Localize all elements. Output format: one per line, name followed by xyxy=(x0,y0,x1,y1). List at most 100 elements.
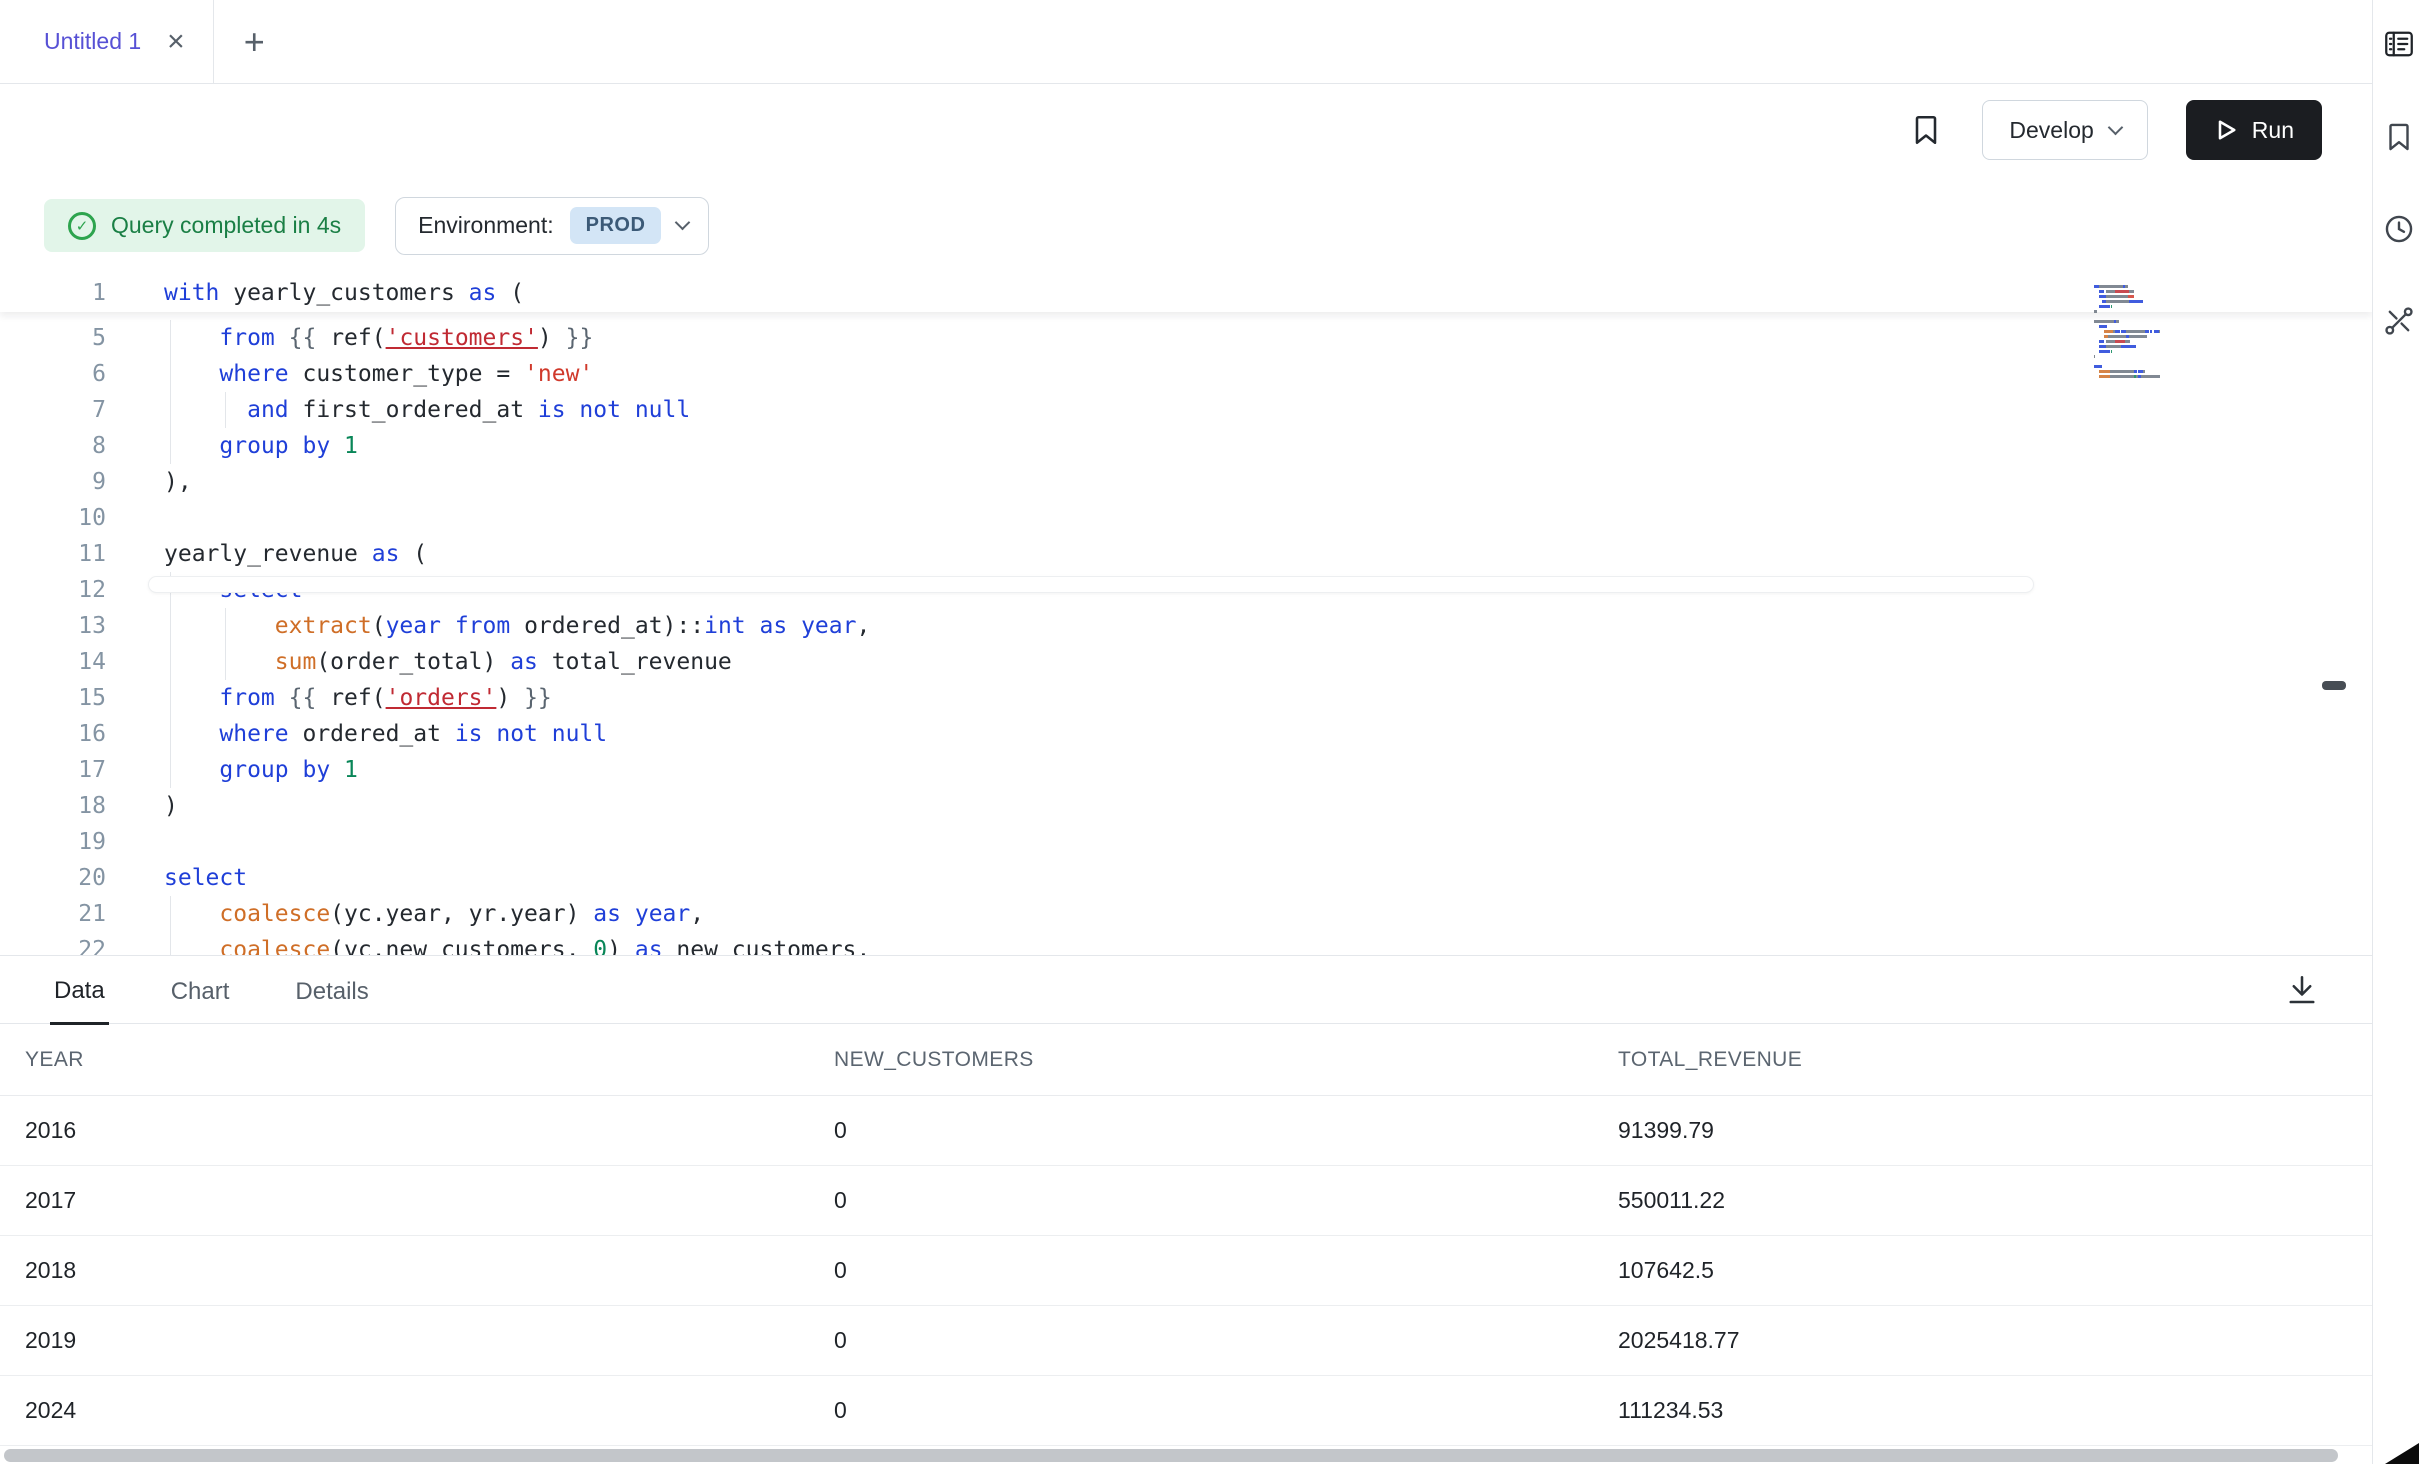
sql-editor[interactable]: 1with yearly_customers as ( 5 from {{ re… xyxy=(0,275,2372,956)
table-cell: 2016 xyxy=(0,1117,809,1144)
editor-lines-icon xyxy=(2381,26,2417,62)
code-token: ) xyxy=(538,325,566,351)
column-header-year[interactable]: YEAR xyxy=(0,1048,809,1072)
line-number: 22 xyxy=(0,932,106,956)
code-token: as xyxy=(593,901,621,927)
code-line[interactable]: 14 sum(order_total) as total_revenue xyxy=(0,644,2372,680)
close-tab-icon[interactable]: × xyxy=(167,27,185,57)
column-header-total-revenue[interactable]: TOTAL_REVENUE xyxy=(1593,1048,2372,1072)
code-token: yearly_customers xyxy=(219,280,468,306)
code-token: ordered_at):: xyxy=(510,613,704,639)
code-token xyxy=(164,613,275,639)
tab-label: Untitled 1 xyxy=(44,28,141,55)
code-token xyxy=(621,901,635,927)
tab-chart[interactable]: Chart xyxy=(167,978,234,1023)
code-line[interactable]: 6 where customer_type = 'new' xyxy=(0,356,2372,392)
table-cell: 2024 xyxy=(0,1397,809,1424)
code-token: (yc.new_customers, xyxy=(330,937,593,956)
code-line[interactable]: 13 extract(year from ordered_at)::int as… xyxy=(0,608,2372,644)
code-token: }} xyxy=(524,685,552,711)
horizontal-scrollbar-thumb[interactable] xyxy=(4,1449,2338,1462)
code-token: group by xyxy=(219,433,330,459)
code-token xyxy=(164,649,275,675)
code-token xyxy=(787,613,801,639)
bookmark-icon xyxy=(1908,112,1944,148)
code-token: yearly_revenue xyxy=(164,541,372,567)
table-row: 20240111234.53 xyxy=(0,1376,2372,1446)
line-number: 12 xyxy=(0,572,106,608)
clock-icon xyxy=(2382,212,2416,246)
code-token: , xyxy=(690,901,704,927)
code-token xyxy=(164,757,219,783)
code-token: {{ xyxy=(289,325,317,351)
download-results-button[interactable] xyxy=(2284,972,2320,1011)
line-number: 6 xyxy=(0,356,106,392)
code-token: as xyxy=(760,613,788,639)
code-token: ) xyxy=(164,793,178,819)
code-line[interactable]: 7 and first_ordered_at is not null xyxy=(0,392,2372,428)
new-tab-button[interactable]: + xyxy=(244,24,265,60)
indent-guide xyxy=(170,752,171,788)
scrollbar-thumb[interactable] xyxy=(2322,681,2346,690)
indent-guide xyxy=(170,608,171,644)
code-line[interactable]: 9), xyxy=(0,464,2372,500)
code-line[interactable]: 19 xyxy=(0,824,2372,860)
bookmarks-panel-button[interactable] xyxy=(2382,120,2416,154)
tab-details[interactable]: Details xyxy=(291,978,372,1023)
code-line[interactable]: 8 group by 1 xyxy=(0,428,2372,464)
resize-grip[interactable] xyxy=(2385,1443,2419,1464)
code-token: where xyxy=(219,361,288,387)
status-bar: ✓ Query completed in 4s Environment: PRO… xyxy=(0,176,2372,275)
history-panel-button[interactable] xyxy=(2382,212,2416,246)
line-number: 15 xyxy=(0,680,106,716)
lineage-panel-button[interactable] xyxy=(2382,304,2416,338)
bookmark-button[interactable] xyxy=(1908,112,1944,148)
code-line[interactable]: 1with yearly_customers as ( xyxy=(0,275,2372,312)
table-cell: 2017 xyxy=(0,1187,809,1214)
tab-data[interactable]: Data xyxy=(50,977,109,1025)
tab-untitled-1[interactable]: Untitled 1 × xyxy=(0,0,214,83)
code-token: first_ordered_at xyxy=(289,397,538,423)
sticky-scroll-line[interactable]: 1with yearly_customers as ( xyxy=(0,275,2372,312)
code-token: with xyxy=(164,280,219,306)
table-cell: 107642.5 xyxy=(1593,1257,2372,1284)
code-line[interactable]: 5 from {{ ref('customers') }} xyxy=(0,320,2372,356)
code-token xyxy=(164,433,219,459)
environment-selector[interactable]: Environment: PROD xyxy=(395,197,709,255)
code-token: }} xyxy=(566,325,594,351)
ref-link[interactable]: 'customers' xyxy=(386,325,538,351)
code-token: 1 xyxy=(344,757,358,783)
editor-panel-button[interactable] xyxy=(2381,26,2417,62)
code-area[interactable]: 5 from {{ ref('customers') }}6 where cus… xyxy=(0,320,2372,956)
tab-bar: Untitled 1 × + xyxy=(0,0,2372,84)
code-token xyxy=(164,325,219,351)
code-line[interactable]: 15 from {{ ref('orders') }} xyxy=(0,680,2372,716)
code-token: 0 xyxy=(593,937,607,956)
code-line[interactable]: 20select xyxy=(0,860,2372,896)
line-number: 17 xyxy=(0,752,106,788)
code-token: ( xyxy=(496,280,524,306)
code-token: where xyxy=(219,721,288,747)
code-line[interactable]: 11yearly_revenue as ( xyxy=(0,536,2372,572)
code-token xyxy=(164,397,247,423)
code-line[interactable]: 22 coalesce(yc.new_customers, 0) as new_… xyxy=(0,932,2372,956)
line-number: 14 xyxy=(0,644,106,680)
run-button[interactable]: Run xyxy=(2186,100,2322,160)
indent-guide xyxy=(170,428,171,464)
environment-label: Environment: xyxy=(418,212,554,239)
right-icon-rail xyxy=(2372,0,2424,1464)
code-line[interactable]: 21 coalesce(yc.year, yr.year) as year, xyxy=(0,896,2372,932)
indent-guide xyxy=(170,680,171,716)
minimap[interactable] xyxy=(2094,285,2216,380)
develop-dropdown[interactable]: Develop xyxy=(1982,100,2147,160)
code-token: total_revenue xyxy=(538,649,732,675)
code-line[interactable]: 17 group by 1 xyxy=(0,752,2372,788)
code-token: from xyxy=(455,613,510,639)
ref-link[interactable]: 'orders' xyxy=(386,685,497,711)
code-line[interactable]: 18) xyxy=(0,788,2372,824)
column-header-new-customers[interactable]: NEW_CUSTOMERS xyxy=(809,1048,1593,1072)
code-line[interactable]: 10 xyxy=(0,500,2372,536)
code-token xyxy=(441,613,455,639)
code-line[interactable]: 16 where ordered_at is not null xyxy=(0,716,2372,752)
table-cell: 0 xyxy=(809,1397,1593,1424)
